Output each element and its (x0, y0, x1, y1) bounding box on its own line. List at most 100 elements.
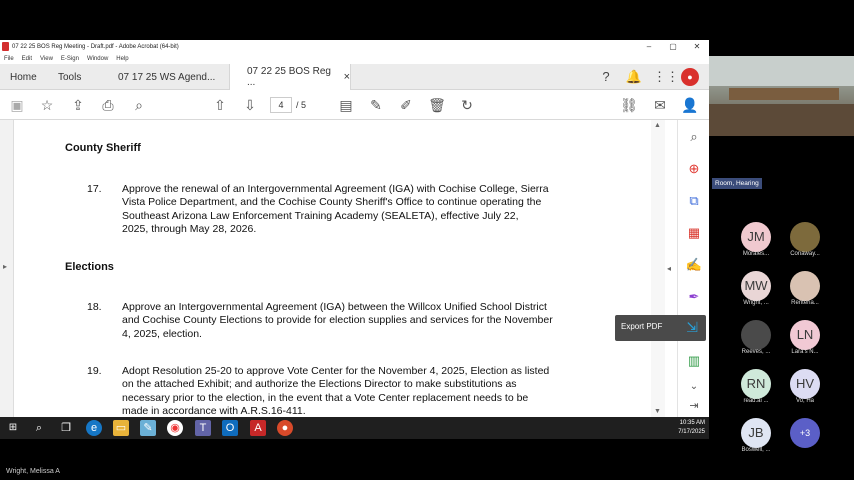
link-icon[interactable]: ⛓ (619, 95, 639, 115)
item-text: Approve the renewal of an Intergovernmen… (122, 183, 602, 237)
edit-pdf-icon[interactable]: ▥ (684, 352, 704, 370)
combine-files-icon[interactable]: ⧉ (684, 192, 704, 210)
participant-avatar[interactable] (790, 271, 820, 301)
rotate-icon[interactable]: ↻ (457, 95, 477, 115)
close-tab-icon[interactable]: × (344, 71, 350, 83)
maximize-button[interactable]: ▢ (661, 40, 685, 53)
organize-pages-icon[interactable]: ▦ (684, 224, 704, 242)
export-pdf-tooltip-icon: ⇲ (686, 319, 698, 335)
menu-edit[interactable]: Edit (22, 56, 32, 62)
user-avatar-icon[interactable]: ● (681, 68, 699, 86)
right-tools-panel: ⌕ ⊕ ⧉ ▦ ✍ ✒ ⇲ ▥ ⌄ ⇥ (677, 120, 709, 417)
participant-avatar[interactable] (790, 222, 820, 252)
create-pdf-icon[interactable]: ⊕ (684, 160, 704, 178)
app-taskbar-icon[interactable]: ● (277, 420, 293, 436)
menu-file[interactable]: File (4, 56, 14, 62)
email-icon[interactable]: ✉ (650, 95, 670, 115)
item-number: 17. (87, 183, 102, 195)
participant-avatar[interactable]: HV (790, 369, 820, 399)
fill-sign-icon[interactable]: ✒ (684, 288, 704, 306)
participant-name: Boswell, ... (741, 447, 771, 453)
tab-tools[interactable]: Tools (58, 64, 81, 90)
save-icon[interactable]: ▣ (7, 95, 27, 115)
close-window-button[interactable]: ✕ (685, 40, 709, 53)
page-number-input[interactable]: 4 (270, 97, 292, 113)
taskbar-search-icon[interactable]: ⌕ (31, 420, 47, 436)
scroll-up-icon[interactable]: ▲ (654, 122, 661, 129)
tab-bar: Home Tools 07 17 25 WS Agend... 07 22 25… (0, 64, 709, 90)
acrobat-taskbar-icon[interactable]: A (250, 420, 266, 436)
draw-icon[interactable]: ✐ (396, 95, 416, 115)
clock-time: 10:35 AM (679, 420, 705, 426)
item-line: Approve an Intergovernmental Agreement (… (122, 301, 547, 313)
participant-avatar[interactable] (741, 320, 771, 350)
upload-cloud-icon[interactable]: ⇪ (68, 95, 88, 115)
apps-grid-icon[interactable]: ⋮⋮ (653, 68, 679, 86)
notepad-icon[interactable]: ✎ (140, 420, 156, 436)
participant-name: Morales... (742, 251, 770, 257)
participant-name: Renteria... (791, 300, 819, 306)
room-floor (709, 104, 854, 136)
tab-bar-icons: ? 🔔 ⋮⋮ ● (597, 68, 699, 86)
tab-document-bos-reg[interactable]: 07 22 25 BOS Reg ... × (229, 64, 351, 90)
participant-avatar[interactable]: LN (790, 320, 820, 350)
vertical-scrollbar[interactable]: ▲ ▼ (651, 120, 665, 417)
participant-name: Wright, ... (743, 300, 769, 306)
system-clock[interactable]: 10:35 AM 7/17/2025 (678, 419, 705, 437)
previous-page-icon[interactable]: ⇧ (210, 95, 230, 115)
window-controls: – ▢ ✕ (637, 40, 709, 53)
request-signature-icon[interactable]: ✍ (684, 256, 704, 274)
participant-name: Vo, Ha (795, 398, 814, 404)
item-line: Vista Police Department, and the Cochise… (122, 196, 542, 209)
help-icon[interactable]: ? (597, 68, 615, 86)
acrobat-window: 07 22 25 BOS Reg Meeting - Draft.pdf - A… (0, 40, 709, 417)
minimize-button[interactable]: – (637, 40, 661, 53)
item-number: 18. (87, 301, 102, 313)
highlight-pen-icon[interactable]: ✎ (366, 95, 386, 115)
item-line: on the attached Exhibit; and authorize t… (122, 378, 517, 391)
collapse-right-panel-icon[interactable]: ◂ (667, 264, 671, 273)
more-tools-chevron-icon[interactable]: ⌄ (684, 378, 704, 396)
file-explorer-icon[interactable]: ▭ (113, 420, 129, 436)
chrome-icon[interactable]: ◉ (167, 420, 183, 436)
more-participants-badge[interactable]: +3 (790, 418, 820, 448)
next-page-icon[interactable]: ⇩ (240, 95, 260, 115)
teams-icon[interactable]: T (195, 420, 211, 436)
menu-view[interactable]: View (40, 56, 53, 62)
tab-document-ws-agenda[interactable]: 07 17 25 WS Agend... (118, 64, 228, 90)
participant-avatar[interactable]: RN (741, 369, 771, 399)
menu-help[interactable]: Help (116, 56, 128, 62)
tab-home[interactable]: Home (10, 64, 37, 90)
participant-avatar[interactable]: MW (741, 271, 771, 301)
item-line: necessary prior to the election, in the … (122, 391, 529, 404)
meeting-room-video (709, 56, 854, 136)
notification-bell-icon[interactable]: 🔔 (625, 68, 643, 86)
export-pdf-tooltip: Export PDF ⇲ (615, 315, 706, 341)
windows-start-icon[interactable]: ⊞ (5, 420, 21, 436)
share-user-icon[interactable]: 👤 (680, 95, 700, 115)
participant-avatar[interactable]: JM (741, 222, 771, 252)
expand-left-panel-icon[interactable]: ▸ (3, 262, 7, 271)
participant-avatar[interactable]: JB (741, 418, 771, 448)
edge-browser-icon[interactable]: e (86, 420, 102, 436)
section-heading: County Sheriff (65, 142, 141, 154)
title-bar: 07 22 25 BOS Reg Meeting - Draft.pdf - A… (0, 40, 709, 53)
participant-name: Conaway... (790, 251, 820, 257)
participant-name: Reeves, ... (741, 349, 771, 355)
zoom-search-icon[interactable]: ⌕ (129, 95, 149, 115)
item-line: 4, 2025, election. (122, 327, 202, 340)
section-heading: Elections (65, 261, 114, 273)
expand-panel-icon[interactable]: ⇥ (684, 397, 704, 415)
print-icon[interactable]: ⎙ (98, 95, 118, 115)
menu-esign[interactable]: E-Sign (61, 56, 79, 62)
item-line: Approve the renewal of an Intergovernmen… (122, 183, 549, 195)
menu-window[interactable]: Window (87, 56, 108, 62)
scroll-down-icon[interactable]: ▼ (654, 408, 661, 415)
outlook-icon[interactable]: O (222, 420, 238, 436)
task-view-icon[interactable]: ❐ (58, 420, 74, 436)
bookmark-star-icon[interactable]: ☆ (37, 95, 57, 115)
search-icon[interactable]: ⌕ (684, 128, 704, 146)
item-line: Southeast Arizona Law Enforcement Traini… (122, 209, 519, 222)
comment-icon[interactable]: ▤ (336, 95, 356, 115)
delete-icon[interactable]: 🗑 (427, 95, 447, 115)
